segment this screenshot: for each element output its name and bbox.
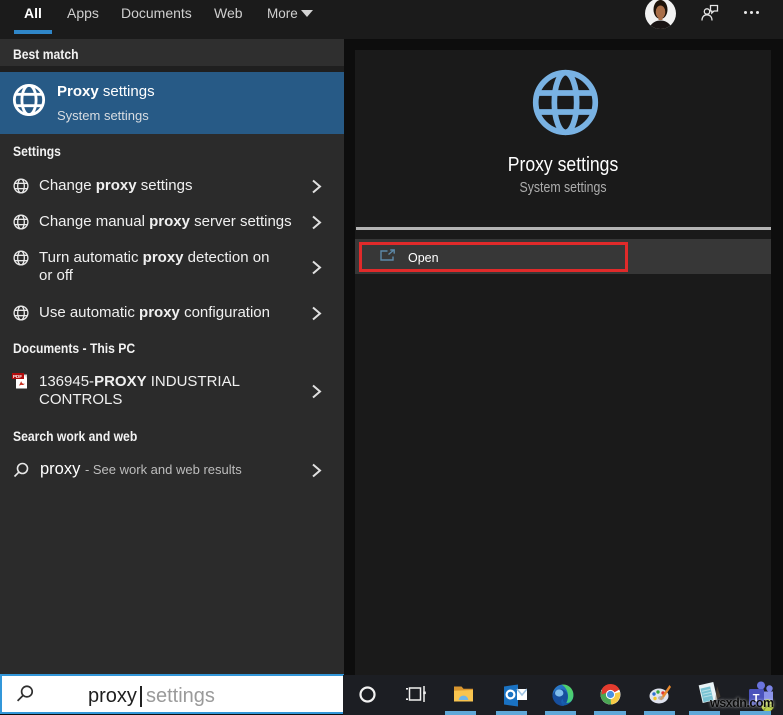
svg-text:PDF: PDF — [13, 374, 22, 379]
